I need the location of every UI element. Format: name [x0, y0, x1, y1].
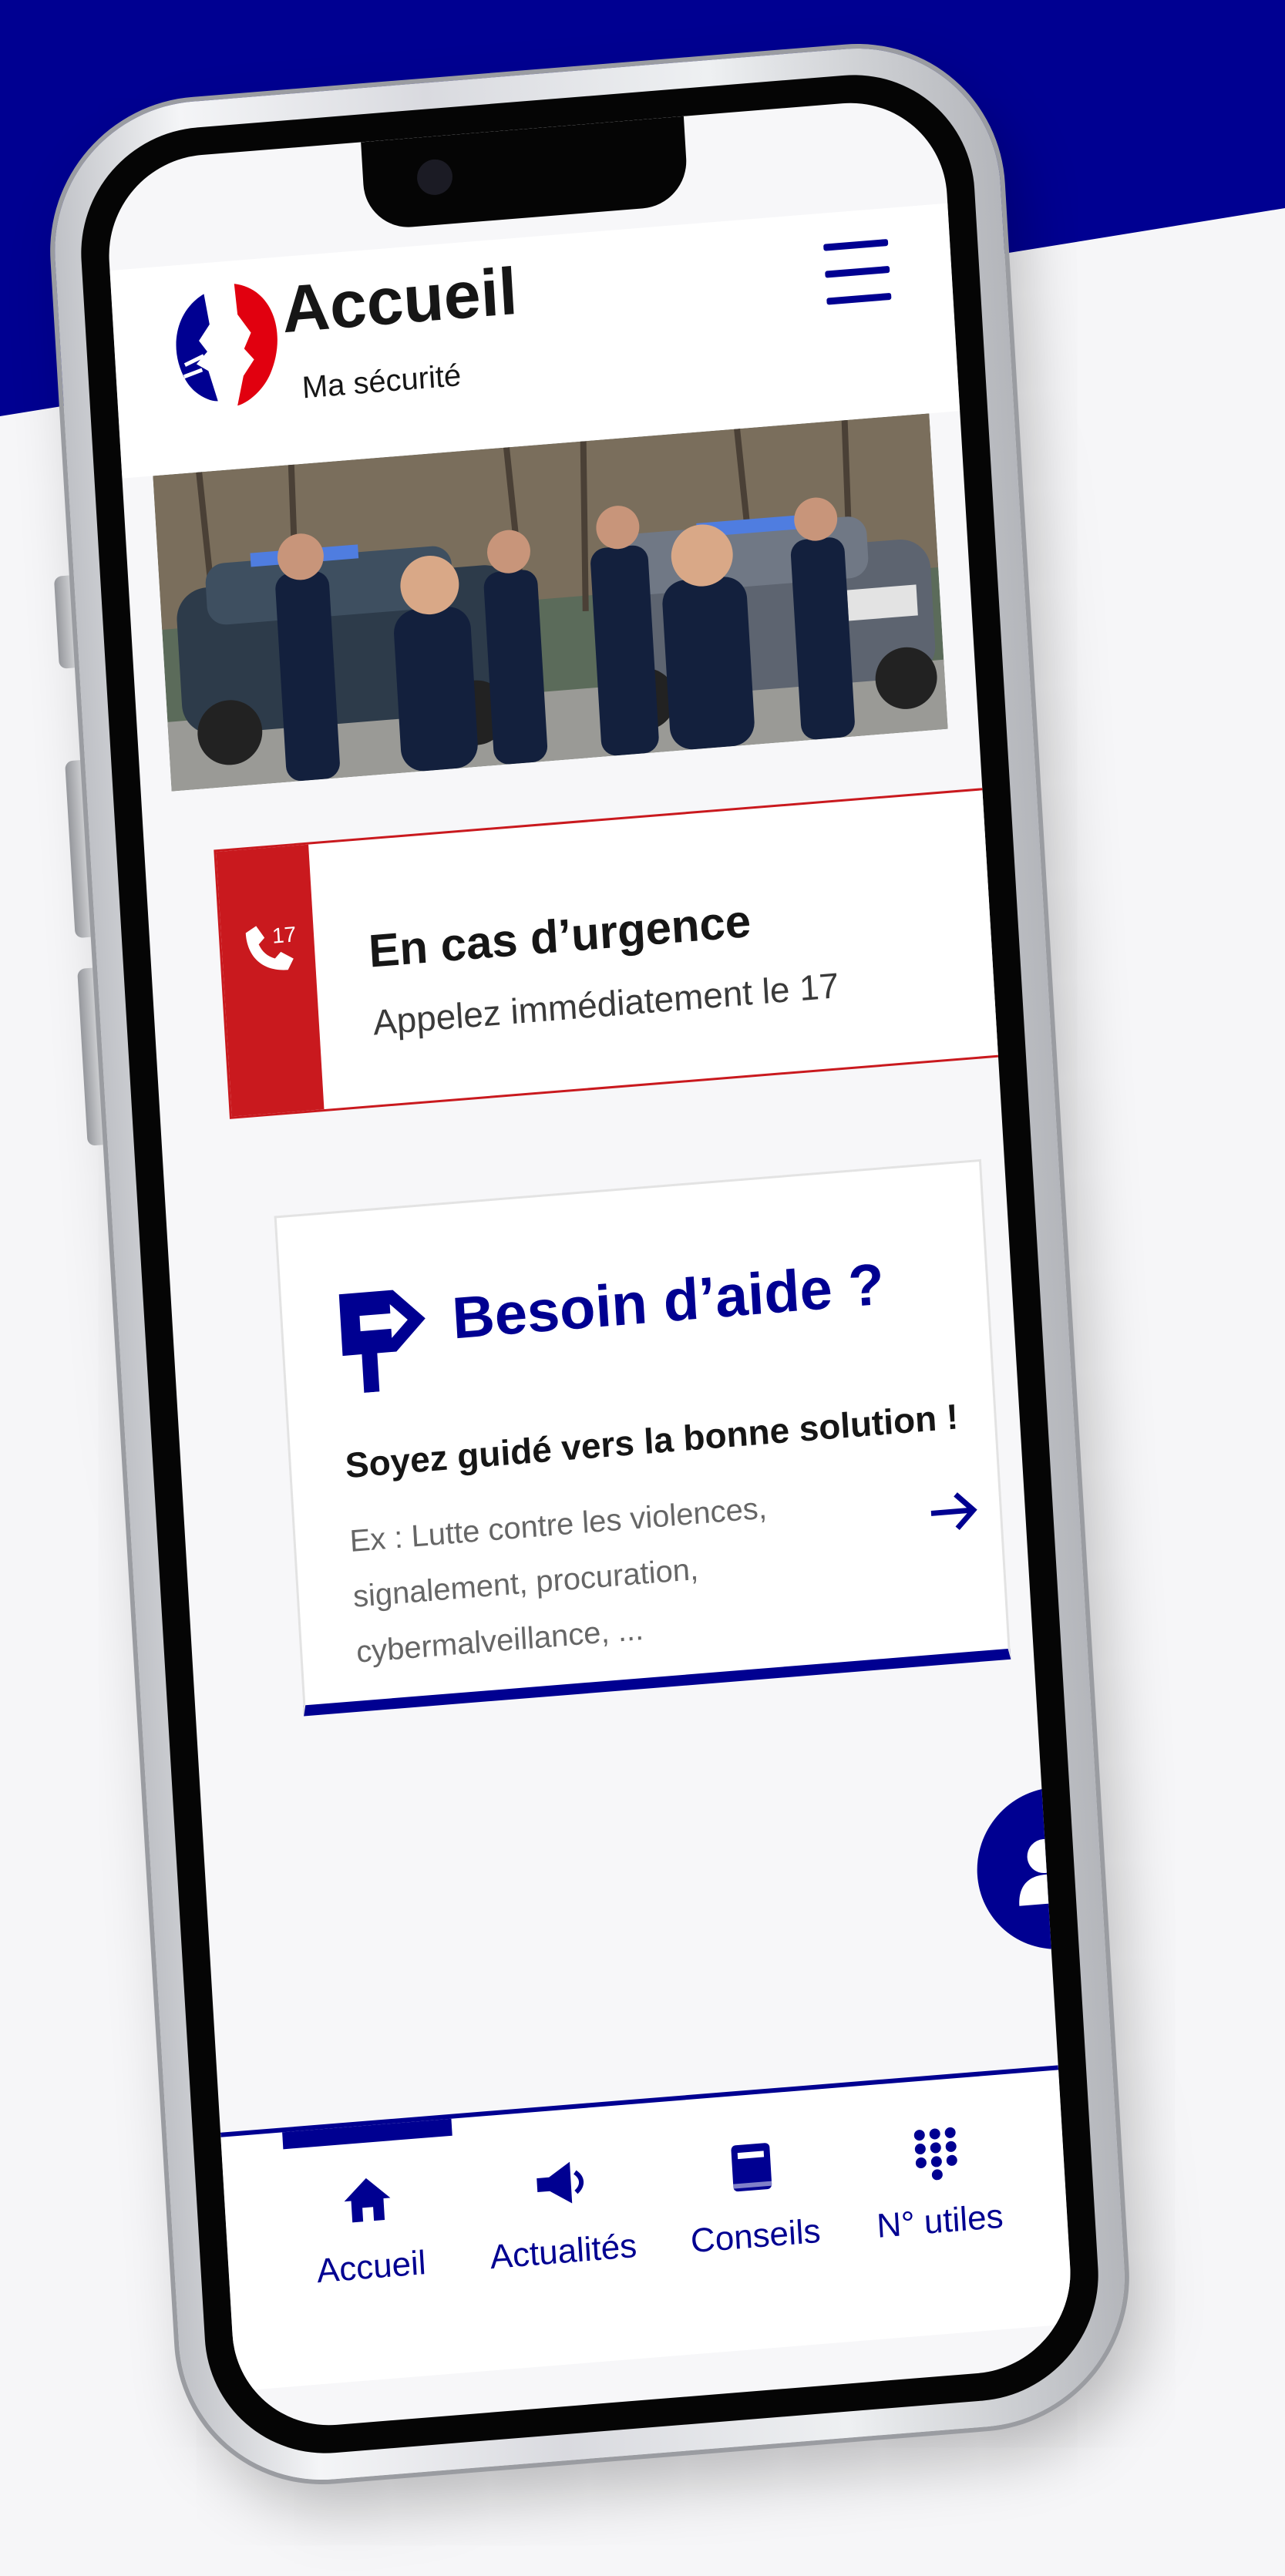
megaphone-icon — [537, 2161, 584, 2204]
app-screen: Accueil Ma sécurité 17 En cas d’urgence … — [103, 95, 1076, 2433]
nav-label-accueil: Accueil — [315, 2243, 427, 2291]
camera-icon — [415, 158, 454, 197]
page-title: Accueil — [280, 254, 520, 348]
hamburger-menu-icon[interactable] — [823, 238, 892, 306]
nav-item-actualites[interactable]: Actualités — [462, 2149, 661, 2279]
marianne-logo-icon — [176, 284, 278, 406]
signpost-icon — [338, 1290, 426, 1393]
help-examples: Ex : Lutte contre les violences, signale… — [348, 1491, 768, 1670]
book-icon — [731, 2143, 772, 2192]
help-card[interactable]: Besoin d’aide ? Soyez guidé vers la bonn… — [274, 1159, 1011, 1717]
nav-label-actualites: Actualités — [489, 2226, 638, 2277]
phone-icon: 17 — [245, 922, 297, 970]
nav-item-numeros-utiles[interactable]: N° utiles — [838, 2118, 1037, 2248]
emergency-side-band: 17 — [216, 844, 325, 1117]
nav-item-accueil[interactable]: Accueil — [270, 2164, 469, 2295]
nav-label-numeros-utiles: N° utiles — [876, 2197, 1004, 2245]
emergency-title: En cas d’urgence — [367, 894, 752, 977]
emergency-call-card[interactable]: 17 En cas d’urgence Appelez immédiatemen… — [214, 787, 1006, 1119]
nav-active-indicator — [282, 2118, 452, 2150]
nav-item-conseils[interactable]: Conseils — [654, 2134, 853, 2264]
home-icon — [344, 2177, 391, 2223]
app-subtitle: Ma sécurité — [301, 358, 463, 405]
emergency-badge-number: 17 — [271, 922, 297, 947]
phone-mockup: Accueil Ma sécurité 17 En cas d’urgence … — [46, 37, 1133, 2491]
nav-label-conseils: Conseils — [689, 2211, 822, 2261]
hero-photo-police-officers — [153, 413, 948, 792]
emergency-text: Appelez immédiatement le 17 — [372, 965, 840, 1043]
bottom-navigation: Accueil Actualités Conseils N° utiles — [220, 2065, 1074, 2392]
keypad-icon — [913, 2127, 957, 2181]
arrow-right-icon[interactable] — [926, 1486, 982, 1537]
help-title: Besoin d’aide ? — [450, 1251, 886, 1352]
